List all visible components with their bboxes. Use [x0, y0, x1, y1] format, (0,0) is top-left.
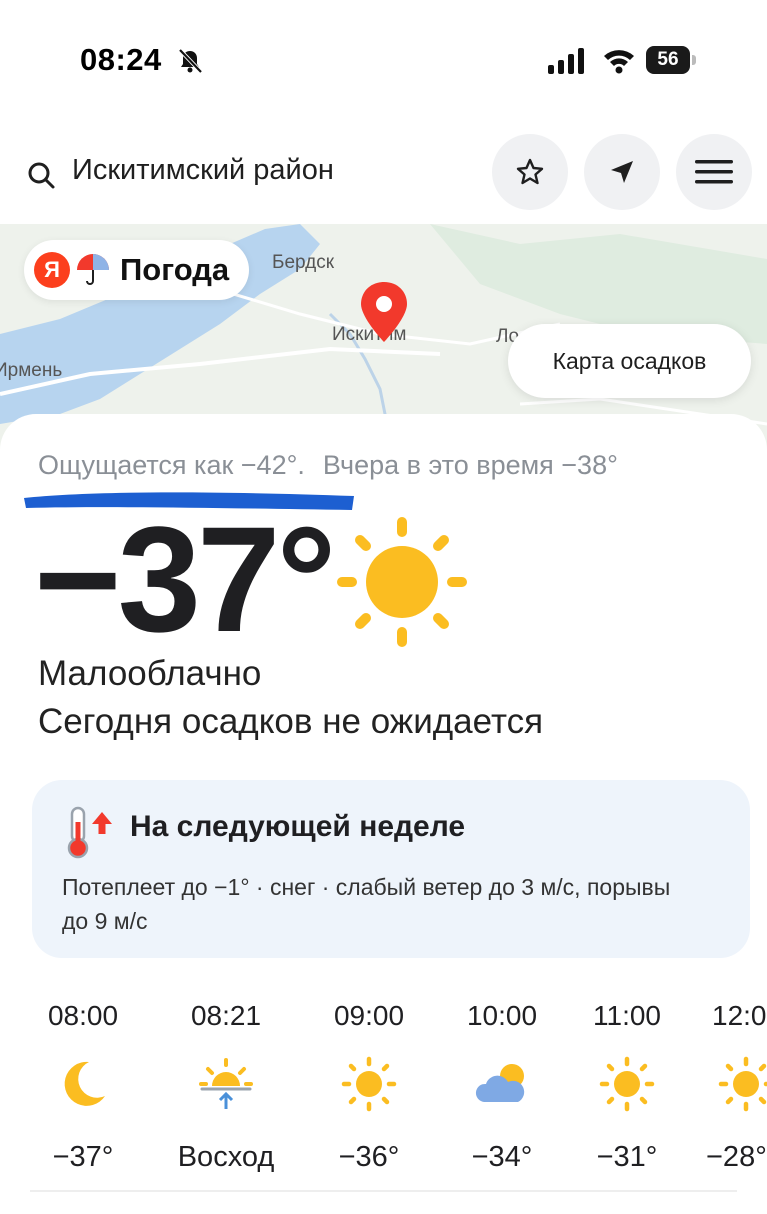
- hour-time: 09:00: [333, 1000, 405, 1031]
- sunrise-icon: [199, 1058, 253, 1109]
- battery-level: 56: [657, 49, 679, 70]
- precipitation-text: Сегодня осадков не ожидается: [38, 702, 544, 741]
- menu-button[interactable]: [676, 134, 752, 210]
- sun-icon: [337, 517, 467, 647]
- hour-time: 08:21: [190, 1000, 262, 1031]
- map-label-berdsk: Бердск: [272, 252, 335, 273]
- brand-name: Погода: [120, 252, 230, 287]
- hourly-forecast[interactable]: 08:00 −37° 08:21 Восход 09:00 −36° 10:00…: [0, 994, 767, 1200]
- hour-time: 10:00: [466, 1000, 538, 1031]
- yesterday-text: Вчера в это время −38°: [322, 450, 618, 480]
- hamburger-icon: [695, 160, 733, 184]
- next-week-forecast[interactable]: На следующей неделе Потеплеет до −1° · с…: [32, 780, 750, 958]
- hour-time: 11:00: [593, 1000, 661, 1031]
- hour-temp: −34°: [471, 1141, 533, 1173]
- map-label-irmen: Ирмень: [0, 360, 63, 381]
- yandex-weather-logo[interactable]: Я Погода: [24, 240, 250, 300]
- battery-icon: 56: [646, 46, 698, 74]
- bell-muted-icon: [178, 48, 203, 74]
- location-search[interactable]: Искитимский район: [72, 154, 334, 187]
- hour-item[interactable]: 11:00 −31°: [562, 994, 692, 1177]
- header: Искитимский район: [0, 130, 767, 215]
- umbrella-icon: [77, 254, 109, 285]
- hour-time: 12:00: [712, 1000, 767, 1031]
- hour-item[interactable]: 08:00 −37°: [18, 994, 148, 1177]
- condition-text: Малооблачно: [38, 654, 262, 693]
- sun-icon: [341, 1056, 397, 1112]
- signal-icon: [548, 48, 584, 74]
- location-arrow-icon: [611, 161, 633, 183]
- next-week-text: Потеплеет до −1° · снег · слабый ветер д…: [62, 874, 671, 934]
- current-temperature: −37°: [34, 495, 336, 663]
- thermometer-up-icon: [67, 806, 112, 859]
- hour-item[interactable]: 09:00 −36°: [304, 994, 434, 1177]
- hour-temp: Восход: [177, 1141, 275, 1173]
- moon-icon: [64, 1061, 105, 1106]
- precipitation-map-button[interactable]: Карта осадков: [508, 324, 751, 398]
- hour-temp: −37°: [52, 1141, 114, 1173]
- hour-time: 08:00: [47, 1000, 119, 1031]
- status-bar: 08:24 56: [0, 0, 767, 110]
- partly-cloudy-icon: [475, 1064, 525, 1102]
- hour-temp: −28°: [706, 1141, 767, 1173]
- geolocation-button[interactable]: [584, 134, 660, 210]
- hour-item[interactable]: 08:21 Восход: [161, 994, 291, 1177]
- divider: [30, 1190, 737, 1192]
- sun-icon: [718, 1056, 767, 1112]
- hour-item[interactable]: 12:00 −28°: [686, 994, 767, 1177]
- yandex-logo-icon: Я: [34, 252, 70, 288]
- next-week-title: На следующей неделе: [130, 810, 466, 843]
- feels-like-line: Ощущается как −42°. Вчера в это время −38…: [38, 450, 618, 481]
- favorite-button[interactable]: [492, 134, 568, 210]
- sun-icon: [599, 1056, 655, 1112]
- wifi-icon: [604, 50, 634, 74]
- feels-like-text: Ощущается как −42°.: [38, 450, 305, 480]
- location-pin-icon: [361, 282, 407, 342]
- star-icon: [516, 158, 544, 185]
- search-icon[interactable]: [26, 160, 56, 190]
- status-time: 08:24: [80, 42, 162, 77]
- hour-item[interactable]: 10:00 −34°: [437, 994, 567, 1177]
- hour-temp: −31°: [596, 1141, 658, 1173]
- hour-temp: −36°: [338, 1141, 400, 1173]
